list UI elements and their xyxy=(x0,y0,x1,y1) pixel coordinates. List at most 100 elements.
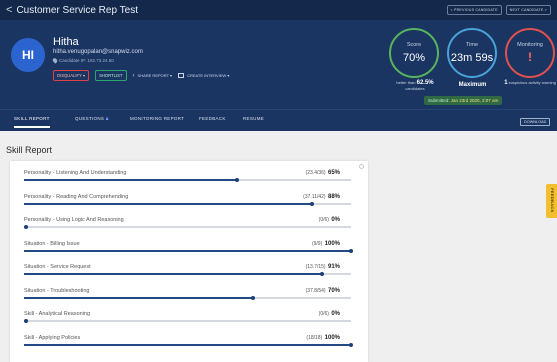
skill-progress-marker xyxy=(24,319,28,323)
previous-candidate-button[interactable]: < PREVIOUS CANDIDATE xyxy=(446,5,502,15)
create-interview-button[interactable]: CREATE INTERVIEW ▾ xyxy=(178,73,229,78)
share-icon: ‹ xyxy=(132,72,135,79)
skill-progress-marker xyxy=(349,342,353,347)
monitoring-subtext: 1 suspicious activity warning xyxy=(500,80,557,87)
warning-text: suspicious activity warning xyxy=(508,80,556,85)
skill-name: Personality - Using Logic And Reasoning xyxy=(24,217,124,223)
skill-score: (23.4/36) 65% xyxy=(306,170,340,176)
feedback-side-tab[interactable]: FEEDBACK xyxy=(546,184,557,218)
skill-progress-fill xyxy=(24,179,237,181)
shortlist-button[interactable]: SHORTLIST xyxy=(95,70,127,81)
skill-name: Situation - Troubleshooting xyxy=(24,287,90,294)
skill-name: Skill - Analytical Reasoning xyxy=(24,311,91,317)
skill-score: (0/6) 0% xyxy=(319,217,340,223)
skill-score: (0/6) 0% xyxy=(319,311,340,317)
feedback-side-tab-label: FEEDBACK xyxy=(549,188,555,213)
skill-score: (37.11/42) 88% xyxy=(303,194,340,200)
skill-ratio: (9/9) xyxy=(311,240,323,247)
skill-row: Personality - Using Logic And Reasoning (… xyxy=(24,217,352,237)
skill-score: (13.7/15) 91% xyxy=(306,264,340,270)
skill-progress-fill xyxy=(24,273,322,275)
skill-progress-track xyxy=(24,295,351,300)
skill-ratio: (37.8/54) xyxy=(305,287,326,294)
skill-percent: 65% xyxy=(327,170,340,176)
tab-skill-report-label: SKILL REPORT xyxy=(14,116,50,121)
tab-resume[interactable]: RESUME xyxy=(243,116,264,121)
info-icon[interactable] xyxy=(359,164,364,169)
tab-skill-report[interactable]: SKILL REPORT xyxy=(14,116,50,128)
tab-questions[interactable]: QUESTIONS 🔒︎ xyxy=(75,116,109,122)
tab-monitoring-report-label: MONITORING REPORT xyxy=(130,116,185,121)
submitted-prefix: Submitted: xyxy=(428,98,450,103)
skill-name: Personality - Reading And Comprehending xyxy=(24,193,129,200)
warning-count: 1 xyxy=(504,80,508,86)
section-title: Skill Report xyxy=(6,145,53,155)
candidate-header: HI Hitha hitha.venugopalan@snapwiz.com C… xyxy=(0,20,557,109)
skill-score: (18/18) 100% xyxy=(306,335,340,341)
score-percentile-value: 62.5% xyxy=(416,80,434,86)
candidate-ip-label: Candidate IP: 182.73.24.50 xyxy=(59,58,114,63)
score-percentile-prefix: better than xyxy=(396,80,416,85)
monitoring-label: Monitoring xyxy=(517,42,543,48)
monitoring-metric: Monitoring ! xyxy=(505,28,555,78)
time-metric: Time 23m 59s xyxy=(447,28,497,78)
skill-row: Personality - Reading And Comprehending (… xyxy=(24,194,352,214)
share-report-button[interactable]: ‹ SHARE REPORT ▾ xyxy=(133,73,173,79)
tab-feedback-label: FEEDBACK xyxy=(199,116,226,121)
skill-row: Situation - Billing Issue (9/9) 100% xyxy=(24,240,353,261)
skill-report-section: Skill Report Personality - Listening And… xyxy=(0,131,557,362)
skill-progress-track xyxy=(24,272,351,276)
skill-progress-marker xyxy=(349,248,353,253)
skill-progress-marker xyxy=(24,225,28,229)
tab-feedback[interactable]: FEEDBACK xyxy=(199,116,226,121)
candidate-actions: DISQUALIFY ▾ SHORTLIST ‹ SHARE REPORT ▾ … xyxy=(53,70,229,81)
skill-name: Personality - Listening And Understandin… xyxy=(24,170,127,176)
avatar: HI xyxy=(11,38,45,72)
time-value: 23m 59s xyxy=(450,52,494,64)
test-title: Customer Service Rep Test xyxy=(16,4,138,16)
skill-percent: 0% xyxy=(331,217,340,223)
skill-progress-fill xyxy=(24,296,253,299)
lock-icon: 🔒︎ xyxy=(105,116,109,122)
skill-score: (9/9) 100% xyxy=(312,241,340,247)
skill-progress-marker xyxy=(309,201,314,206)
skill-name: Situation - Billing Issue xyxy=(24,240,80,247)
back-icon[interactable]: < xyxy=(6,4,12,16)
skill-percent: 91% xyxy=(327,264,340,270)
disqualify-button[interactable]: DISQUALIFY ▾ xyxy=(53,70,90,81)
skill-score: (37.8/54) 70% xyxy=(306,288,340,294)
skill-row: Situation - Service Request (13.7/15) 91% xyxy=(24,264,352,284)
skill-ratio: (0/6) xyxy=(318,311,329,317)
skill-percent: 70% xyxy=(327,287,340,294)
time-subtext: Maximum xyxy=(458,82,487,88)
skill-percent: 100% xyxy=(324,240,340,247)
score-metric: Score 70% xyxy=(389,28,439,78)
location-pin-icon xyxy=(51,57,59,64)
skill-report-card: Personality - Listening And Understandin… xyxy=(10,161,368,362)
next-candidate-button[interactable]: NEXT CANDIDATE > xyxy=(505,5,551,15)
tab-questions-label: QUESTIONS xyxy=(75,116,105,121)
skill-percent: 100% xyxy=(324,334,340,341)
tab-monitoring-report[interactable]: MONITORING REPORT xyxy=(130,116,184,121)
candidate-email: hitha.venugopalan@snapwiz.com xyxy=(53,49,143,55)
tab-resume-label: RESUME xyxy=(243,116,265,121)
skill-progress-track xyxy=(24,342,353,347)
skill-row: Skill - Analytical Reasoning (0/6) 0% xyxy=(24,311,352,331)
top-bar: < Customer Service Rep Test < PREVIOUS C… xyxy=(0,0,557,20)
skill-row: Personality - Listening And Understandin… xyxy=(24,170,352,190)
submitted-date: Jan 23rd 2020, 2:07 am xyxy=(450,98,499,103)
skill-progress-track xyxy=(24,225,351,229)
skill-progress-track xyxy=(24,319,351,323)
skill-progress-marker xyxy=(234,178,239,182)
skill-row: Situation - Troubleshooting (37.8/54) 70% xyxy=(24,288,352,308)
score-percentile-suffix: candidates xyxy=(405,86,425,92)
share-report-label: SHARE REPORT ▾ xyxy=(137,73,173,78)
skill-percent: 0% xyxy=(331,311,340,317)
score-percentile: better than 62.5% candidates xyxy=(384,80,446,92)
skill-name: Situation - Service Request xyxy=(24,264,91,270)
skill-ratio: (13.7/15) xyxy=(305,264,326,270)
report-tabs: SKILL REPORT QUESTIONS 🔒︎ MONITORING REP… xyxy=(0,109,557,131)
skill-ratio: (0/6) xyxy=(318,217,329,223)
skill-percent: 88% xyxy=(327,193,340,200)
download-button[interactable]: DOWNLOAD xyxy=(520,118,551,126)
